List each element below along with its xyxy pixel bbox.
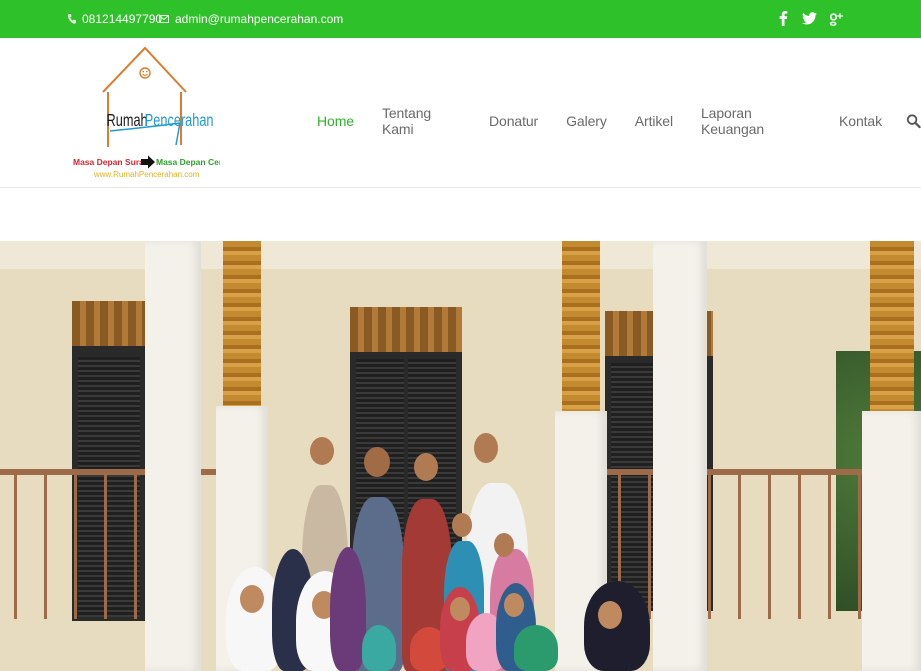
svg-text:www.RumahPencerahan.com: www.RumahPencerahan.com [93, 170, 200, 179]
main-navigation: Home Tentang Kami Donatur Galery Artikel… [317, 105, 921, 137]
pillar-1 [145, 241, 201, 671]
porch-ceiling [0, 241, 921, 269]
nav-kontak[interactable]: Kontak [839, 113, 882, 129]
search-icon[interactable] [906, 113, 921, 129]
envelope-icon [159, 15, 169, 23]
carved-column-2 [562, 241, 600, 411]
phone-icon [68, 14, 76, 24]
top-contact-bar: 081214497790 admin@rumahpencerahan.com [0, 0, 921, 38]
email-address: admin@rumahpencerahan.com [175, 12, 344, 26]
person-child-2-head [494, 533, 514, 557]
email-contact[interactable]: admin@rumahpencerahan.com [159, 12, 343, 26]
right-railing [604, 469, 904, 619]
nav-laporan-keuangan[interactable]: Laporan Keuangan [701, 105, 811, 137]
twitter-icon[interactable] [799, 8, 819, 28]
girl-5 [362, 625, 396, 671]
person-child-1-head [452, 513, 472, 537]
site-logo[interactable]: Rumah Pencerahan Masa Depan Suram Masa D… [70, 43, 232, 185]
person-boy-1-head [310, 437, 334, 465]
carved-column-1 [223, 241, 261, 406]
phone-contact[interactable]: 081214497790 [68, 12, 162, 26]
carved-column-3 [870, 241, 914, 411]
nav-tentang-kami[interactable]: Tentang Kami [382, 105, 461, 137]
person-adult-2-head [474, 433, 498, 463]
person-adult-1-head [364, 447, 390, 477]
svg-text:Masa Depan Suram: Masa Depan Suram [73, 157, 152, 167]
girl-4 [330, 547, 366, 671]
girl-11-face [598, 601, 622, 629]
nav-donatur[interactable]: Donatur [489, 113, 538, 129]
site-header: Rumah Pencerahan Masa Depan Suram Masa D… [0, 38, 921, 188]
girl-10 [514, 625, 558, 671]
svg-text:Masa Depan Cerah: Masa Depan Cerah [156, 157, 220, 167]
facebook-icon[interactable] [773, 8, 793, 28]
house-logo-graphic: Rumah Pencerahan Masa Depan Suram Masa D… [73, 46, 232, 179]
girl-7-face [450, 597, 470, 621]
nav-home[interactable]: Home [317, 113, 354, 129]
girl-9-face [504, 593, 524, 617]
hero-photo [0, 241, 921, 671]
person-boy-2-head [414, 453, 438, 481]
girl-1-face [240, 585, 264, 613]
nav-artikel[interactable]: Artikel [635, 113, 673, 129]
nav-galery[interactable]: Galery [566, 113, 607, 129]
pillar-5 [862, 411, 921, 671]
pillar-4 [653, 241, 707, 671]
header-spacer [0, 189, 921, 241]
social-links [767, 8, 845, 28]
google-plus-icon[interactable] [825, 8, 845, 28]
phone-number: 081214497790 [82, 12, 163, 26]
